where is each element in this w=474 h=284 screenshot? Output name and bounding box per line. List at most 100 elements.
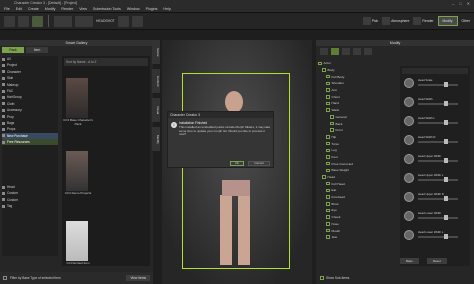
slider-search-input[interactable]	[402, 68, 468, 74]
other-button[interactable]: Other	[462, 19, 470, 23]
filter-checkbox[interactable]	[3, 276, 7, 280]
view-items-button[interactable]: View Items	[126, 275, 150, 281]
open-icon[interactable]	[4, 15, 15, 27]
show-sub-items-checkbox[interactable]	[320, 276, 324, 280]
menu-view[interactable]: View	[79, 7, 87, 11]
slider-knob[interactable]	[444, 82, 448, 87]
material-icon[interactable]	[342, 48, 350, 55]
checkbox[interactable]	[330, 128, 334, 132]
close-icon[interactable]: ✕	[467, 1, 470, 6]
settings-icon[interactable]	[364, 48, 372, 55]
morph-item[interactable]: Nose	[318, 221, 396, 228]
menu-edit[interactable]: Edit	[16, 7, 22, 11]
menu-file[interactable]: File	[4, 7, 10, 11]
slider-head-width-r[interactable]: Head Width R	[404, 135, 466, 147]
menu-plugins[interactable]: Plugins	[146, 7, 158, 11]
checkbox[interactable]	[326, 81, 330, 86]
morph-item[interactable]: Arm	[318, 87, 396, 94]
checkbox[interactable]	[326, 168, 330, 173]
checkbox[interactable]	[326, 74, 330, 79]
checkbox[interactable]	[326, 135, 330, 139]
headshot-icon[interactable]	[75, 15, 93, 27]
tree-item[interactable]: Tag	[2, 203, 58, 209]
bake-button[interactable]: Bake	[400, 258, 419, 264]
menu-submission-tools[interactable]: Submission Tools	[93, 7, 121, 11]
morph-item[interactable]: Torso	[318, 140, 396, 147]
checkbox[interactable]	[326, 228, 330, 233]
checkbox[interactable]	[326, 161, 330, 166]
checkbox[interactable]	[318, 61, 322, 66]
morph-item[interactable]: Full Body	[318, 73, 396, 80]
morph-item[interactable]: Back	[318, 120, 396, 127]
morph-item[interactable]: Body	[318, 67, 396, 74]
reset-button[interactable]: Reset	[426, 258, 447, 264]
checkbox[interactable]	[326, 148, 330, 153]
pick-tool[interactable]: Pick	[362, 17, 378, 25]
morph-item[interactable]: Actor	[318, 60, 396, 67]
checkbox[interactable]	[326, 155, 330, 159]
cancel-button[interactable]: Cancel	[248, 161, 270, 166]
smart-gallery-icon[interactable]	[54, 15, 72, 27]
morph-item[interactable]: Foot	[318, 154, 396, 161]
atmosphere-tool[interactable]: Atmosphere	[382, 17, 409, 25]
thumbnail-base-characters[interactable]: CC3 Base Character's Pack	[63, 78, 93, 126]
slider-head-lower-width-l[interactable]: Head Lower Width L	[404, 230, 466, 242]
slider-knob[interactable]	[444, 196, 448, 201]
modify-button[interactable]: Modify	[437, 16, 458, 26]
menu-help[interactable]: Help	[163, 7, 170, 11]
checkbox[interactable]	[330, 121, 334, 126]
thumbnail-embed-item[interactable]: CC3 Embed Item	[66, 221, 90, 265]
checkbox[interactable]	[326, 188, 330, 193]
checkbox[interactable]	[326, 222, 330, 226]
morph-item[interactable]: Full Head	[318, 180, 396, 187]
slider-knob[interactable]	[444, 120, 448, 125]
slider-head-width-l[interactable]: Head Width L	[404, 116, 466, 128]
slider-knob[interactable]	[444, 215, 448, 220]
morph-item[interactable]: General	[318, 114, 396, 121]
slider-head-lower-width[interactable]: Head Lower Width	[404, 211, 466, 223]
morph-icon[interactable]	[331, 48, 339, 55]
ok-button[interactable]: Ok	[230, 161, 244, 166]
slider-knob[interactable]	[444, 158, 448, 163]
menu-create[interactable]: Create	[28, 7, 39, 11]
morph-item[interactable]: Hand	[318, 100, 396, 107]
menu-window[interactable]: Window	[127, 7, 140, 11]
morph-item[interactable]: Hip	[318, 134, 396, 141]
slider-head-upper-width[interactable]: Head Upper Width	[404, 154, 466, 166]
checkbox[interactable]	[326, 88, 330, 92]
attribute-icon[interactable]	[320, 48, 328, 55]
morph-item[interactable]: Eye	[318, 207, 396, 214]
checkbox[interactable]	[326, 202, 330, 206]
morph-item[interactable]: Ear	[318, 187, 396, 194]
side-tab-scene[interactable]: Scene	[152, 40, 160, 64]
menu-modify[interactable]: Modify	[45, 7, 56, 11]
morph-item[interactable]: Shoulder	[318, 80, 396, 87]
morph-item[interactable]: Pose Corrected	[318, 160, 396, 167]
checkbox[interactable]	[326, 108, 330, 112]
character-icon[interactable]	[32, 15, 43, 27]
morph-item[interactable]: Base Weight	[318, 167, 396, 174]
checkbox[interactable]	[330, 115, 334, 119]
tree-item-free-resources[interactable]: Free Resources	[2, 139, 58, 146]
slider-knob[interactable]	[444, 101, 448, 106]
slider-knob[interactable]	[444, 177, 448, 182]
morph-item[interactable]: Brow	[318, 200, 396, 207]
slider-knob[interactable]	[444, 234, 448, 239]
undo-icon[interactable]	[117, 15, 129, 27]
thumbnail-demo-projects[interactable]: CC3 Demo Projects	[65, 151, 91, 195]
morph-item[interactable]: Front	[318, 127, 396, 134]
side-tab-modify[interactable]: Modify	[152, 127, 160, 151]
slider-head-width[interactable]: Head Width	[404, 97, 466, 109]
redo-icon[interactable]	[131, 15, 143, 27]
checkbox[interactable]	[326, 215, 330, 219]
checkbox[interactable]	[326, 141, 330, 146]
checkbox[interactable]	[326, 101, 330, 106]
morph-item[interactable]: Waist	[318, 107, 396, 114]
tab-item[interactable]: Item	[26, 47, 48, 53]
slider-head-upper-width-r[interactable]: Head Upper Width R	[404, 192, 466, 204]
checkbox[interactable]	[322, 68, 326, 72]
morph-item[interactable]: Chest	[318, 93, 396, 100]
motion-icon[interactable]	[353, 48, 361, 55]
slider-knob[interactable]	[444, 139, 448, 144]
morph-item[interactable]: Head	[318, 174, 396, 181]
